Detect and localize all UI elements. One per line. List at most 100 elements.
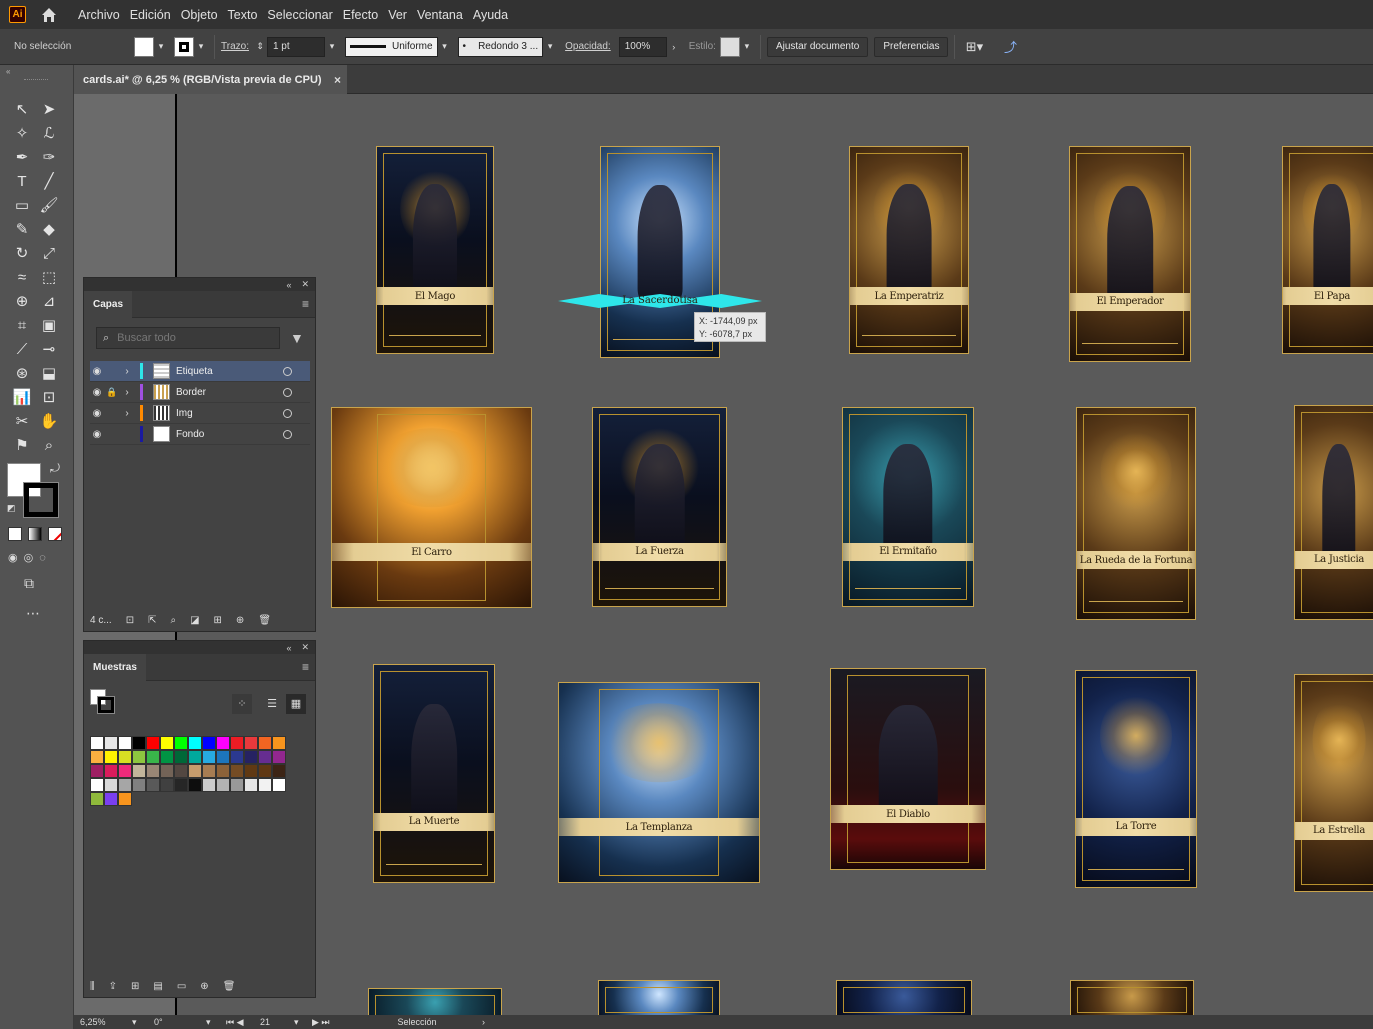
swatch[interactable] (174, 764, 188, 778)
column-graph-tool-icon[interactable]: 📊 (10, 385, 34, 409)
layer-name[interactable]: Fondo (176, 429, 266, 440)
mesh-tool-icon[interactable]: ⌗ (10, 313, 34, 337)
menu-texto[interactable]: Texto (228, 8, 266, 22)
more-tools-icon[interactable]: ⋯ (26, 605, 40, 622)
chevron-right-icon[interactable]: › (120, 408, 134, 419)
swatch[interactable] (146, 750, 160, 764)
swatch[interactable] (160, 764, 174, 778)
swatch[interactable] (90, 736, 104, 750)
line-tool-icon[interactable]: ╱ (37, 169, 61, 193)
swatch[interactable] (118, 778, 132, 792)
chevron-down-icon[interactable]: ▾ (325, 37, 339, 57)
collect-export-icon[interactable]: ⊡ (126, 615, 134, 626)
menu-objeto[interactable]: Objeto (181, 8, 226, 22)
swatch[interactable] (244, 736, 258, 750)
swatch[interactable] (272, 764, 286, 778)
chevron-right-icon[interactable]: › (120, 366, 134, 377)
swatch[interactable] (258, 750, 272, 764)
swatch[interactable] (258, 736, 272, 750)
screen-mode-icon[interactable]: ⧉ (24, 575, 34, 592)
swatch[interactable] (244, 750, 258, 764)
swatch[interactable] (90, 778, 104, 792)
list-view-icon[interactable]: ☰ (264, 694, 280, 714)
home-icon[interactable] (40, 6, 58, 24)
grip-icon[interactable] (24, 79, 48, 81)
card-la-muerte[interactable]: La Muerte (373, 664, 495, 883)
layer-row-border[interactable]: ◉ 🔒 › Border (90, 382, 310, 403)
type-tool-icon[interactable]: T (10, 169, 34, 193)
chevron-right-icon[interactable]: › (482, 1017, 485, 1027)
swatch[interactable] (90, 764, 104, 778)
opacity-label[interactable]: Opacidad: (565, 41, 611, 52)
shaper-tool-icon[interactable]: ✎ (10, 217, 34, 241)
eye-icon[interactable]: ◉ (90, 429, 104, 440)
adjust-document-button[interactable]: Ajustar documento (766, 36, 869, 57)
stroke-profile-select[interactable]: Uniforme (344, 36, 438, 57)
card-row4-4[interactable] (1070, 980, 1194, 1015)
show-kinds-icon[interactable]: ⁘ (232, 694, 252, 714)
menu-ver[interactable]: Ver (388, 8, 415, 22)
swap-colors-icon[interactable]: ⤾ (50, 461, 60, 476)
swatch[interactable] (90, 750, 104, 764)
menu-ventana[interactable]: Ventana (417, 8, 471, 22)
add-to-library-icon[interactable]: ⇪ (109, 981, 117, 992)
swatch[interactable] (216, 778, 230, 792)
color-group-icon[interactable]: ▤ (153, 981, 162, 992)
gradient-mode-icon[interactable] (28, 527, 42, 541)
swatch[interactable] (216, 750, 230, 764)
swatch[interactable] (90, 792, 104, 806)
clipping-mask-icon[interactable]: ◪ (190, 615, 199, 626)
swatch[interactable] (174, 736, 188, 750)
trash-icon[interactable]: 🗑 (223, 981, 236, 992)
stroke-weight-field[interactable]: 1 pt (266, 36, 325, 57)
card-row4-2[interactable] (598, 980, 720, 1015)
swatch[interactable] (230, 778, 244, 792)
preferences-button[interactable]: Preferencias (874, 36, 949, 57)
swatch[interactable] (216, 736, 230, 750)
selection-tool-icon[interactable]: ↖ (10, 97, 34, 121)
chevron-down-icon[interactable]: ▾ (206, 1017, 226, 1028)
swatch[interactable] (230, 750, 244, 764)
swatch[interactable] (132, 764, 146, 778)
slice-tool-icon[interactable]: ✂ (10, 409, 34, 433)
card-el-mago[interactable]: El Mago (376, 146, 494, 354)
width-tool-icon[interactable]: ≈ (10, 265, 34, 289)
swatch[interactable] (230, 764, 244, 778)
layers-search-input[interactable]: ⌕ Buscar todo (96, 327, 280, 349)
stroke-swatch[interactable] (174, 36, 194, 57)
swatch[interactable] (104, 778, 118, 792)
swatch[interactable] (202, 750, 216, 764)
swatch[interactable] (188, 736, 202, 750)
collapse-icon[interactable]: « (286, 280, 291, 290)
swatch[interactable] (216, 764, 230, 778)
chevron-down-icon[interactable]: ▾ (294, 1017, 312, 1028)
new-layer-icon[interactable]: ⊕ (236, 615, 244, 626)
draw-modes-icon[interactable]: ◉◎◌ (8, 551, 62, 564)
close-icon[interactable]: ✕ (301, 279, 309, 290)
swatch[interactable] (146, 764, 160, 778)
hand-tool-icon[interactable]: ✋ (37, 409, 61, 433)
magic-wand-tool-icon[interactable]: ✧ (10, 121, 34, 145)
swatch[interactable] (160, 736, 174, 750)
locate-object-icon[interactable]: ⌕ (170, 615, 176, 626)
collapse-icon[interactable]: « (286, 643, 291, 653)
eye-icon[interactable]: ◉ (90, 366, 104, 377)
swatch[interactable] (244, 778, 258, 792)
brush-select[interactable]: • Redondo 3 ... (457, 36, 544, 57)
swatch[interactable] (188, 764, 202, 778)
direct-selection-tool-icon[interactable]: ➤ (37, 97, 61, 121)
layer-name[interactable]: Border (176, 387, 266, 398)
trash-icon[interactable]: 🗑 (258, 615, 271, 626)
rotate-tool-icon[interactable]: ↻ (10, 241, 34, 265)
chevron-down-icon[interactable]: ▾ (740, 37, 754, 57)
swatch[interactable] (174, 750, 188, 764)
menu-efecto[interactable]: Efecto (343, 8, 386, 22)
rectangle-tool-icon[interactable]: ▭ (10, 193, 34, 217)
layer-row-fondo[interactable]: ◉ Fondo (90, 424, 310, 445)
swatch[interactable] (202, 736, 216, 750)
new-sublayer-icon[interactable]: ⊞ (214, 615, 222, 626)
eraser-tool-icon[interactable]: ◆ (37, 217, 61, 241)
stroke-color-icon[interactable] (23, 482, 59, 518)
swatch-options-icon[interactable]: ⊞ (131, 981, 139, 992)
swatch[interactable] (230, 736, 244, 750)
